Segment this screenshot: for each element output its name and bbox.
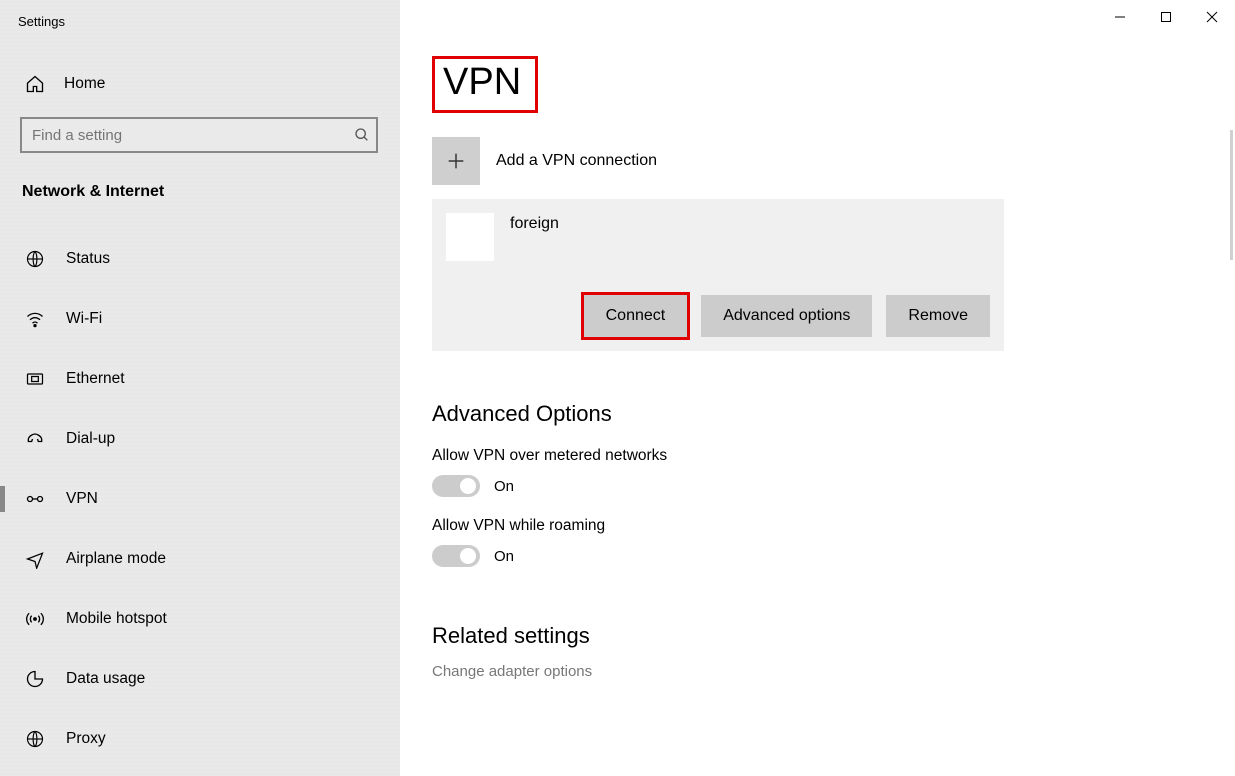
nav-list: Status Wi-Fi Ethernet: [20, 231, 380, 767]
close-icon: [1206, 11, 1218, 23]
window-controls: [1097, 2, 1235, 32]
vpn-connection-header: foreign: [446, 213, 990, 261]
maximize-icon: [1160, 11, 1172, 23]
toggle-row-metered: On: [432, 475, 1205, 497]
sidebar-item-datausage[interactable]: Data usage: [20, 651, 380, 707]
proxy-icon: [24, 728, 46, 750]
sidebar-item-label: Data usage: [66, 670, 145, 688]
close-button[interactable]: [1189, 2, 1235, 32]
toggle-state-metered: On: [494, 478, 514, 495]
plus-icon: [432, 137, 480, 185]
toggle-metered[interactable]: [432, 475, 480, 497]
vpn-connection-actions: Connect Advanced options Remove: [446, 295, 990, 337]
search-icon: [354, 127, 370, 143]
home-label: Home: [64, 75, 105, 93]
sidebar-item-status[interactable]: Status: [20, 231, 380, 287]
main-pane: VPN Add a VPN connection foreign Connect…: [400, 0, 1235, 776]
sidebar-item-label: Airplane mode: [66, 550, 166, 568]
category-header: Network & Internet: [20, 183, 380, 201]
minimize-icon: [1114, 11, 1126, 23]
sidebar-item-hotspot[interactable]: Mobile hotspot: [20, 591, 380, 647]
maximize-button[interactable]: [1143, 2, 1189, 32]
remove-button[interactable]: Remove: [886, 295, 990, 337]
sidebar-item-label: Ethernet: [66, 370, 125, 388]
sidebar-item-ethernet[interactable]: Ethernet: [20, 351, 380, 407]
page-title: VPN: [443, 61, 521, 104]
sidebar: Settings Home Network & Internet: [0, 0, 400, 776]
hotspot-icon: [24, 608, 46, 630]
toggle-roaming[interactable]: [432, 545, 480, 567]
search-field-wrap: [20, 117, 380, 153]
page-title-highlight: VPN: [432, 56, 538, 113]
advanced-options-heading: Advanced Options: [432, 401, 1205, 427]
minimize-button[interactable]: [1097, 2, 1143, 32]
datausage-icon: [24, 668, 46, 690]
sidebar-item-label: Proxy: [66, 730, 106, 748]
vpn-connection-card[interactable]: foreign Connect Advanced options Remove: [432, 199, 1004, 351]
sidebar-item-dialup[interactable]: Dial-up: [20, 411, 380, 467]
status-icon: [24, 248, 46, 270]
add-vpn-button[interactable]: Add a VPN connection: [432, 137, 1205, 185]
wifi-icon: [24, 308, 46, 330]
toggle-state-roaming: On: [494, 548, 514, 565]
app-title: Settings: [0, 0, 400, 37]
sidebar-item-label: Wi-Fi: [66, 310, 102, 328]
sidebar-item-label: VPN: [66, 490, 98, 508]
related-settings-heading: Related settings: [432, 623, 1205, 649]
search-input[interactable]: [20, 117, 378, 153]
sidebar-item-label: Dial-up: [66, 430, 115, 448]
sidebar-item-airplane[interactable]: Airplane mode: [20, 531, 380, 587]
home-nav[interactable]: Home: [20, 61, 380, 107]
vpn-connection-icon: [446, 213, 494, 261]
sidebar-item-vpn[interactable]: VPN: [20, 471, 380, 527]
sidebar-item-wifi[interactable]: Wi-Fi: [20, 291, 380, 347]
advanced-options-button[interactable]: Advanced options: [701, 295, 872, 337]
option-label-metered: Allow VPN over metered networks: [432, 447, 1205, 465]
toggle-row-roaming: On: [432, 545, 1205, 567]
home-icon: [24, 73, 46, 95]
option-label-roaming: Allow VPN while roaming: [432, 517, 1205, 535]
change-adapter-link[interactable]: Change adapter options: [432, 663, 1205, 680]
dialup-icon: [24, 428, 46, 450]
connect-button[interactable]: Connect: [584, 295, 688, 337]
vpn-connection-name: foreign: [510, 213, 559, 261]
sidebar-item-label: Mobile hotspot: [66, 610, 167, 628]
add-vpn-label: Add a VPN connection: [496, 152, 657, 170]
ethernet-icon: [24, 368, 46, 390]
airplane-icon: [24, 548, 46, 570]
vpn-icon: [24, 488, 46, 510]
sidebar-item-proxy[interactable]: Proxy: [20, 711, 380, 767]
scrollbar[interactable]: [1230, 130, 1233, 260]
sidebar-item-label: Status: [66, 250, 110, 268]
